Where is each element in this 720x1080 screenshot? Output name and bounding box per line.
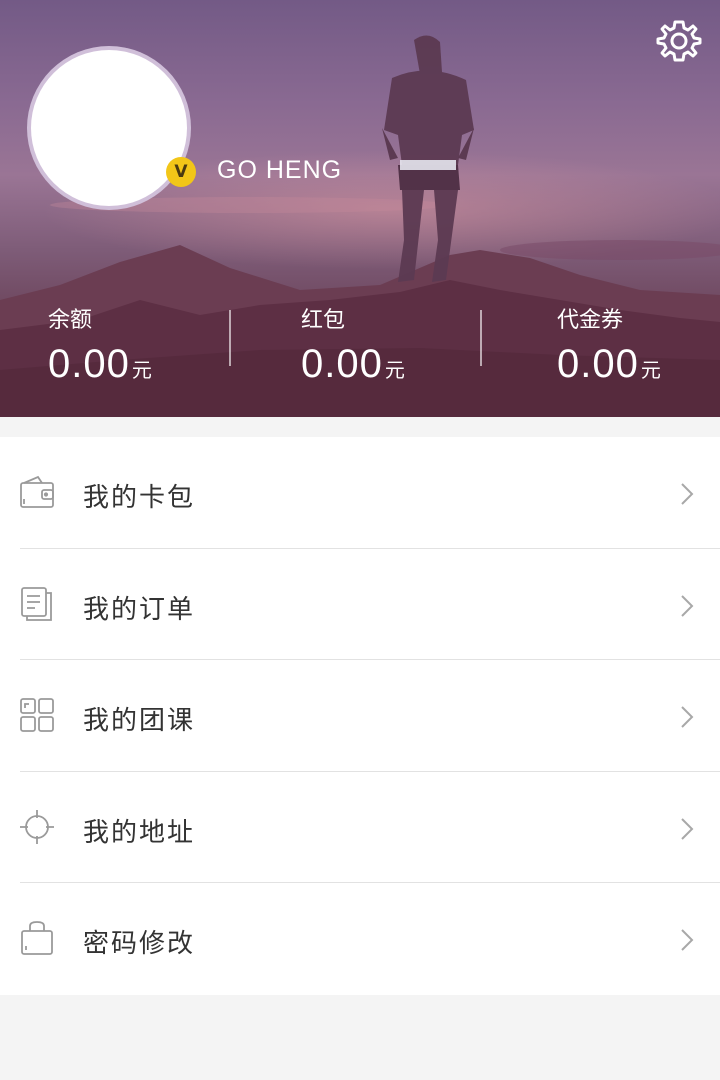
balance-stat[interactable]: 余额 0.00 元 [48, 302, 152, 387]
voucher-unit: 元 [640, 358, 661, 382]
avatar[interactable] [27, 46, 191, 210]
username: GO HENG [217, 156, 343, 184]
balance-value: 0.00 [48, 342, 130, 386]
chevron-right-icon [681, 706, 694, 728]
order-list-icon [21, 586, 52, 621]
voucher-label: 代金券 [557, 308, 624, 333]
voucher-value: 0.00 [557, 342, 639, 386]
menu-item-orders[interactable]: 我的订单 [0, 549, 720, 661]
menu-label-card-wallet: 我的卡包 [83, 483, 196, 513]
menu-label-orders: 我的订单 [83, 594, 196, 625]
menu-label-address: 我的地址 [83, 817, 196, 848]
menu-label-change-password: 密码修改 [83, 929, 196, 960]
location-target-icon [20, 809, 54, 844]
stat-divider [229, 310, 231, 366]
vip-badge: V [166, 157, 196, 187]
menu-label-group-classes: 我的团课 [83, 706, 196, 737]
chevron-right-icon [681, 483, 694, 505]
red-packet-label: 红包 [301, 308, 346, 333]
grid-icon [20, 698, 54, 733]
profile-header: V GO HENG 余额 0.00 元 红包 0.00 元 代金券 0.00 元 [0, 0, 720, 417]
balance-unit: 元 [131, 358, 152, 382]
menu-item-address[interactable]: 我的地址 [0, 772, 720, 884]
wallet-icon [20, 475, 54, 508]
chevron-right-icon [681, 594, 694, 617]
stat-divider [480, 310, 482, 366]
red-packet-unit: 元 [384, 358, 405, 382]
red-packet-value: 0.00 [301, 342, 383, 386]
chevron-right-icon [681, 929, 694, 952]
gear-icon[interactable] [654, 16, 704, 66]
chevron-right-icon [681, 818, 694, 840]
menu-item-card-wallet[interactable]: 我的卡包 [0, 437, 720, 549]
balance-label: 余额 [48, 308, 93, 333]
menu-item-change-password[interactable]: 密码修改 [0, 883, 720, 995]
lock-bag-icon [21, 921, 53, 956]
voucher-stat[interactable]: 代金券 0.00 元 [557, 302, 661, 387]
red-packet-stat[interactable]: 红包 0.00 元 [301, 302, 405, 387]
menu-item-group-classes[interactable]: 我的团课 [0, 660, 720, 772]
menu-list: 我的卡包 我的订单 我的团课 我的地址 密码修改 [0, 437, 720, 995]
